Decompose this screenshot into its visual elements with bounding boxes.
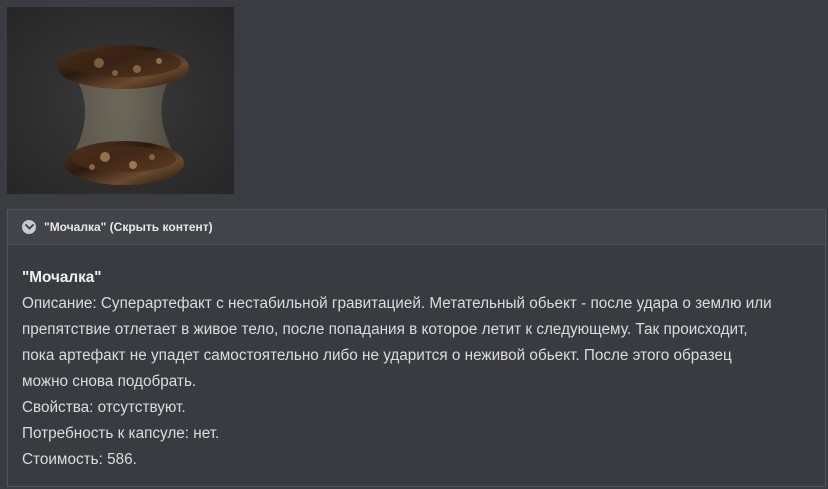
cost-text: Стоимость: 586. <box>22 451 137 468</box>
properties-text: Свойства: отсутствуют. <box>22 399 186 416</box>
description-line: можно снова подобрать. <box>22 373 197 390</box>
description-line: пока артефакт не упадет самостоятельно л… <box>22 347 732 364</box>
item-name: "Мочалка" <box>22 269 102 286</box>
page: "Мочалка" (Скрыть контент) "Мочалка" Опи… <box>0 0 828 489</box>
description-line: Описание: Суперартефакт с нестабильной г… <box>22 295 772 312</box>
spoiler: "Мочалка" (Скрыть контент) "Мочалка" Опи… <box>7 209 826 487</box>
artifact-image <box>7 7 234 194</box>
spoiler-title[interactable]: "Мочалка" (Скрыть контент) <box>44 220 213 234</box>
spoiler-body: "Мочалка" Описание: Суперартефакт с нест… <box>8 245 825 473</box>
description-line: препятствие отлетает в живое тело, после… <box>22 321 748 338</box>
chevron-down-circle-icon[interactable] <box>22 220 36 234</box>
spoiler-header[interactable]: "Мочалка" (Скрыть контент) <box>8 210 825 245</box>
capsule-text: Потребность к капсуле: нет. <box>22 425 220 442</box>
